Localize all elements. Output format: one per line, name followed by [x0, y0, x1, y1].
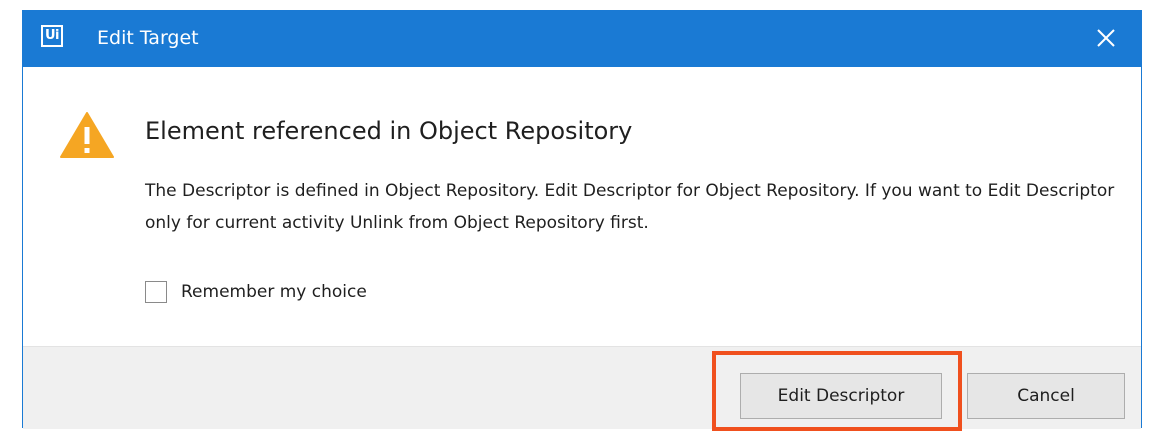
edit-descriptor-button[interactable]: Edit Descriptor [740, 373, 942, 419]
dialog-content: Element referenced in Object Repository … [23, 67, 1141, 346]
edit-target-dialog: Ui Edit Target Element referenced in Obj… [22, 10, 1142, 429]
remember-choice-row[interactable]: Remember my choice [145, 277, 367, 307]
cancel-button[interactable]: Cancel [967, 373, 1125, 419]
close-button[interactable] [1091, 23, 1121, 53]
uipath-logo-icon: Ui [41, 25, 63, 47]
window-title: Edit Target [97, 27, 199, 49]
warning-icon [60, 112, 114, 158]
dialog-message: The Descriptor is defined in Object Repo… [145, 181, 1115, 233]
dialog-heading: Element referenced in Object Repository [145, 117, 633, 145]
remember-choice-label[interactable]: Remember my choice [181, 282, 367, 302]
close-icon [1097, 29, 1115, 47]
remember-choice-checkbox[interactable] [145, 281, 167, 303]
dialog-footer: Edit Descriptor Cancel [23, 346, 1141, 429]
title-bar: Ui Edit Target [23, 11, 1141, 67]
